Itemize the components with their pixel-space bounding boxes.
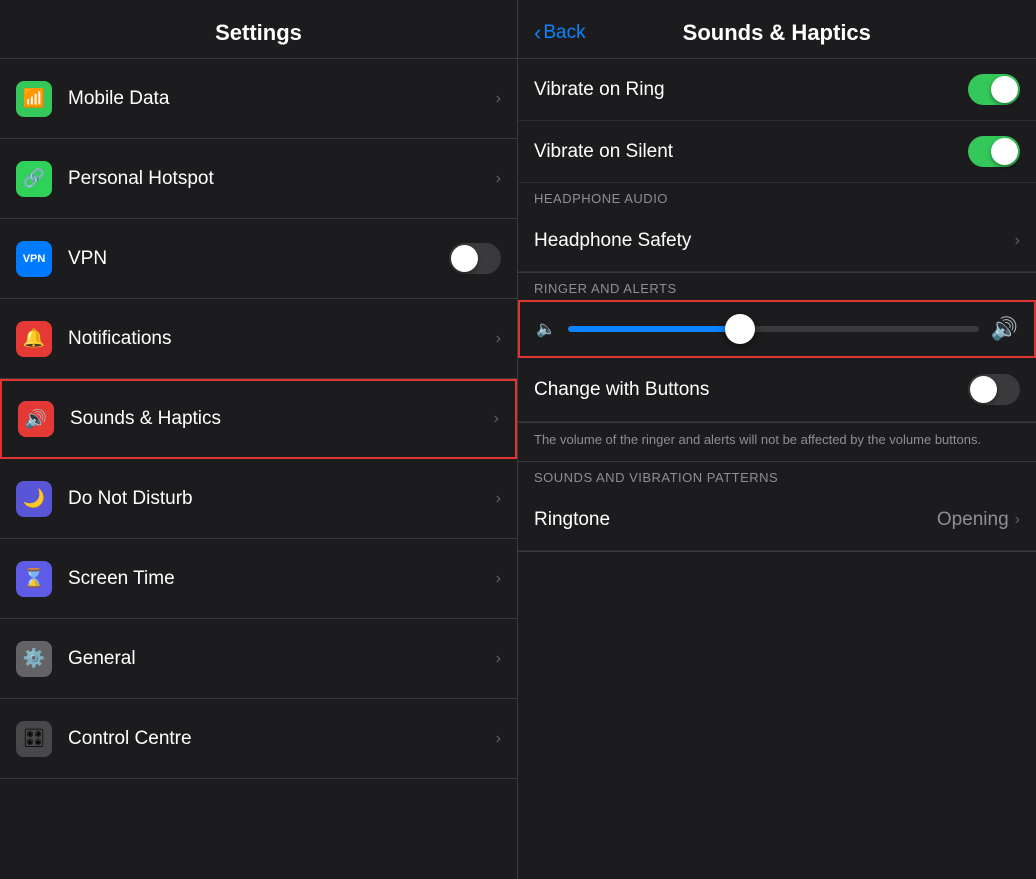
general-chevron: › bbox=[496, 650, 501, 668]
personal-hotspot-label: Personal Hotspot bbox=[68, 168, 496, 190]
settings-item-mobile-data[interactable]: 📶 Mobile Data › bbox=[0, 59, 517, 139]
do-not-disturb-chevron: › bbox=[496, 490, 501, 508]
mobile-data-icon: 📶 bbox=[16, 81, 52, 117]
mobile-data-label: Mobile Data bbox=[68, 88, 496, 110]
right-panel: ‹ Back Sounds & Haptics Vibrate on Ring … bbox=[518, 0, 1036, 879]
ringer-slider-container: 🔈 🔊 bbox=[518, 300, 1036, 358]
volume-high-icon: 🔊 bbox=[991, 316, 1018, 342]
screen-time-chevron: › bbox=[496, 570, 501, 588]
ringer-section-header: RINGER AND ALERTS bbox=[518, 273, 1036, 300]
mobile-data-chevron: › bbox=[496, 90, 501, 108]
left-panel: Settings 📶 Mobile Data › 🔗 Personal Hots… bbox=[0, 0, 518, 879]
control-centre-label: Control Centre bbox=[68, 728, 496, 750]
do-not-disturb-icon: 🌙 bbox=[16, 481, 52, 517]
left-header: Settings bbox=[0, 0, 517, 59]
vpn-label: VPN bbox=[68, 248, 449, 270]
volume-low-icon: 🔈 bbox=[536, 319, 556, 339]
back-chevron-icon: ‹ bbox=[534, 20, 541, 46]
general-label: General bbox=[68, 648, 496, 670]
ringtone-chevron: › bbox=[1015, 511, 1020, 529]
settings-item-sounds-haptics[interactable]: 🔊 Sounds & Haptics › bbox=[0, 379, 517, 459]
change-with-buttons-label: Change with Buttons bbox=[534, 379, 968, 401]
vibrate-silent-toggle[interactable] bbox=[968, 136, 1020, 167]
vpn-toggle[interactable] bbox=[449, 243, 501, 274]
right-panel-title: Sounds & Haptics bbox=[683, 20, 871, 46]
control-centre-chevron: › bbox=[496, 730, 501, 748]
sounds-section: SOUNDS AND VIBRATION PATTERNS Ringtone O… bbox=[518, 462, 1036, 552]
settings-title: Settings bbox=[215, 20, 302, 45]
settings-item-notifications[interactable]: 🔔 Notifications › bbox=[0, 299, 517, 379]
vibrate-ring-label: Vibrate on Ring bbox=[534, 79, 968, 101]
settings-item-do-not-disturb[interactable]: 🌙 Do Not Disturb › bbox=[0, 459, 517, 539]
settings-item-vpn[interactable]: VPN VPN bbox=[0, 219, 517, 299]
headphone-section-header: HEADPHONE AUDIO bbox=[518, 183, 1036, 210]
personal-hotspot-chevron: › bbox=[496, 170, 501, 188]
screen-time-icon: ⌛ bbox=[16, 561, 52, 597]
vibrate-ring-toggle-thumb bbox=[991, 76, 1018, 103]
sounds-haptics-label: Sounds & Haptics bbox=[70, 408, 494, 430]
change-with-buttons-item: Change with Buttons bbox=[518, 358, 1036, 422]
back-label: Back bbox=[543, 22, 585, 44]
ringer-slider-fill bbox=[568, 326, 740, 332]
general-icon: ⚙️ bbox=[16, 641, 52, 677]
notifications-chevron: › bbox=[496, 330, 501, 348]
settings-item-general[interactable]: ⚙️ General › bbox=[0, 619, 517, 699]
personal-hotspot-icon: 🔗 bbox=[16, 161, 52, 197]
vpn-icon: VPN bbox=[16, 241, 52, 277]
vibrate-silent-label: Vibrate on Silent bbox=[534, 141, 968, 163]
notifications-label: Notifications bbox=[68, 328, 496, 350]
vibrate-ring-toggle[interactable] bbox=[968, 74, 1020, 105]
ringtone-label: Ringtone bbox=[534, 509, 937, 531]
settings-item-control-centre[interactable]: 🎛 Control Centre › bbox=[0, 699, 517, 779]
sounds-haptics-chevron: › bbox=[494, 410, 499, 428]
headphone-section: HEADPHONE AUDIO Headphone Safety › bbox=[518, 183, 1036, 273]
sounds-section-header: SOUNDS AND VIBRATION PATTERNS bbox=[518, 462, 1036, 489]
sounds-haptics-icon: 🔊 bbox=[18, 401, 54, 437]
headphone-safety-chevron: › bbox=[1015, 232, 1020, 250]
vibrate-silent-toggle-thumb bbox=[991, 138, 1018, 165]
screen-time-label: Screen Time bbox=[68, 568, 496, 590]
settings-list: 📶 Mobile Data › 🔗 Personal Hotspot › VPN… bbox=[0, 59, 517, 879]
back-button[interactable]: ‹ Back bbox=[534, 20, 586, 46]
settings-item-screen-time[interactable]: ⌛ Screen Time › bbox=[0, 539, 517, 619]
ringtone-item[interactable]: Ringtone Opening › bbox=[518, 489, 1036, 551]
do-not-disturb-label: Do Not Disturb bbox=[68, 488, 496, 510]
settings-item-personal-hotspot[interactable]: 🔗 Personal Hotspot › bbox=[0, 139, 517, 219]
headphone-safety-label: Headphone Safety bbox=[534, 230, 1015, 252]
notifications-icon: 🔔 bbox=[16, 321, 52, 357]
ringer-slider-thumb[interactable] bbox=[725, 314, 755, 344]
headphone-safety-item[interactable]: Headphone Safety › bbox=[518, 210, 1036, 272]
change-with-buttons-toggle[interactable] bbox=[968, 374, 1020, 405]
vibrate-silent-item: Vibrate on Silent bbox=[518, 121, 1036, 183]
right-content: Vibrate on Ring Vibrate on Silent HEADPH… bbox=[518, 59, 1036, 879]
ringtone-value: Opening bbox=[937, 509, 1009, 531]
right-header: ‹ Back Sounds & Haptics bbox=[518, 0, 1036, 59]
ringer-slider-track[interactable] bbox=[568, 326, 979, 332]
change-with-buttons-toggle-thumb bbox=[970, 376, 997, 403]
control-centre-icon: 🎛 bbox=[16, 721, 52, 757]
vibrate-ring-item: Vibrate on Ring bbox=[518, 59, 1036, 121]
ringer-section: RINGER AND ALERTS 🔈 🔊 Change with Button… bbox=[518, 273, 1036, 423]
footer-note: The volume of the ringer and alerts will… bbox=[518, 423, 1036, 462]
